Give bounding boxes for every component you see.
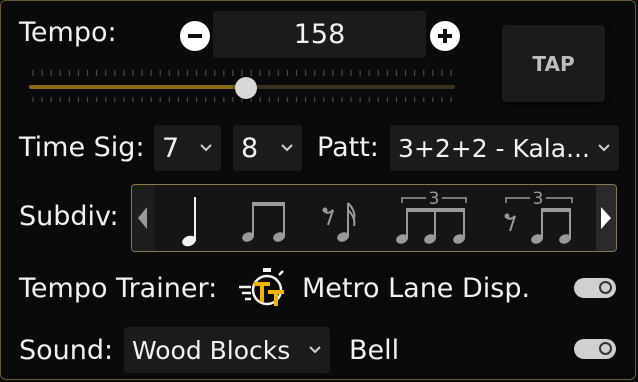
time-sig-numerator-select[interactable]: 7 — [154, 125, 221, 171]
triplet-rest-eighths-icon: 3 — [504, 189, 573, 244]
minus-icon — [188, 34, 202, 38]
bell-label: Bell — [349, 335, 400, 366]
tempo-increase-button[interactable] — [430, 21, 460, 51]
bell-toggle[interactable] — [574, 339, 616, 359]
tempo-trainer-icon — [239, 268, 284, 306]
quarter-note-icon — [182, 197, 196, 247]
tempo-label: Tempo: — [19, 17, 117, 48]
sound-value: Wood Blocks — [132, 335, 291, 365]
tempo-slider[interactable] — [29, 65, 455, 105]
subdiv-option-triplet[interactable]: 3 — [396, 187, 476, 249]
subdiv-scroll-left-button[interactable] — [132, 185, 154, 251]
subdivision-strip: 3 3 — [131, 184, 617, 252]
triplet-eighths-icon: 3 — [396, 189, 467, 244]
toggle-knob — [599, 281, 612, 294]
chevron-down-icon — [309, 346, 321, 354]
sound-label: Sound: — [19, 335, 114, 366]
time-sig-label: Time Sig: — [19, 132, 145, 163]
subdiv-scroll-right-button[interactable] — [596, 185, 616, 251]
eighth-rest-sixteenth-icon — [322, 202, 356, 242]
eighth-notes-icon — [242, 202, 285, 242]
pattern-label: Patt: — [317, 132, 379, 163]
pattern-select[interactable]: 3+2+2 - Kala... — [390, 125, 619, 171]
tempo-value: 158 — [293, 19, 346, 50]
chevron-down-icon — [281, 144, 293, 152]
metronome-panel: Tempo: 158 TAP Time Sig: 7 8 Patt: 3+2+2… — [0, 0, 636, 380]
metro-lane-label: Metro Lane Disp. — [302, 273, 531, 304]
triangle-left-icon — [138, 207, 147, 229]
numerator-value: 7 — [162, 132, 180, 164]
metro-lane-toggle[interactable] — [574, 278, 616, 298]
pattern-value: 3+2+2 - Kala... — [398, 133, 590, 163]
sound-select[interactable]: Wood Blocks — [124, 327, 330, 373]
tap-tempo-button[interactable]: TAP — [502, 25, 605, 102]
subdiv-option-rest-sixteenth[interactable] — [318, 189, 368, 249]
tempo-trainer-button[interactable] — [237, 263, 293, 309]
subdiv-option-eighths[interactable] — [236, 189, 296, 249]
tuplet-number: 3 — [429, 189, 440, 209]
subdiv-label: Subdiv: — [19, 201, 119, 232]
plus-icon — [438, 29, 452, 43]
subdiv-option-triplet-rest[interactable]: 3 — [500, 187, 582, 249]
tempo-value-field[interactable]: 158 — [213, 11, 426, 58]
chevron-down-icon — [598, 144, 610, 152]
subdiv-option-quarter[interactable] — [166, 189, 218, 249]
time-sig-denominator-select[interactable]: 8 — [233, 125, 302, 171]
toggle-knob — [599, 342, 612, 355]
tempo-decrease-button[interactable] — [180, 21, 210, 51]
chevron-down-icon — [200, 144, 212, 152]
triangle-right-icon — [601, 207, 611, 229]
slider-fill — [29, 85, 246, 89]
denominator-value: 8 — [241, 132, 259, 164]
slider-thumb[interactable] — [235, 77, 257, 99]
tempo-trainer-label: Tempo Trainer: — [19, 273, 218, 304]
tuplet-number: 3 — [533, 189, 544, 209]
